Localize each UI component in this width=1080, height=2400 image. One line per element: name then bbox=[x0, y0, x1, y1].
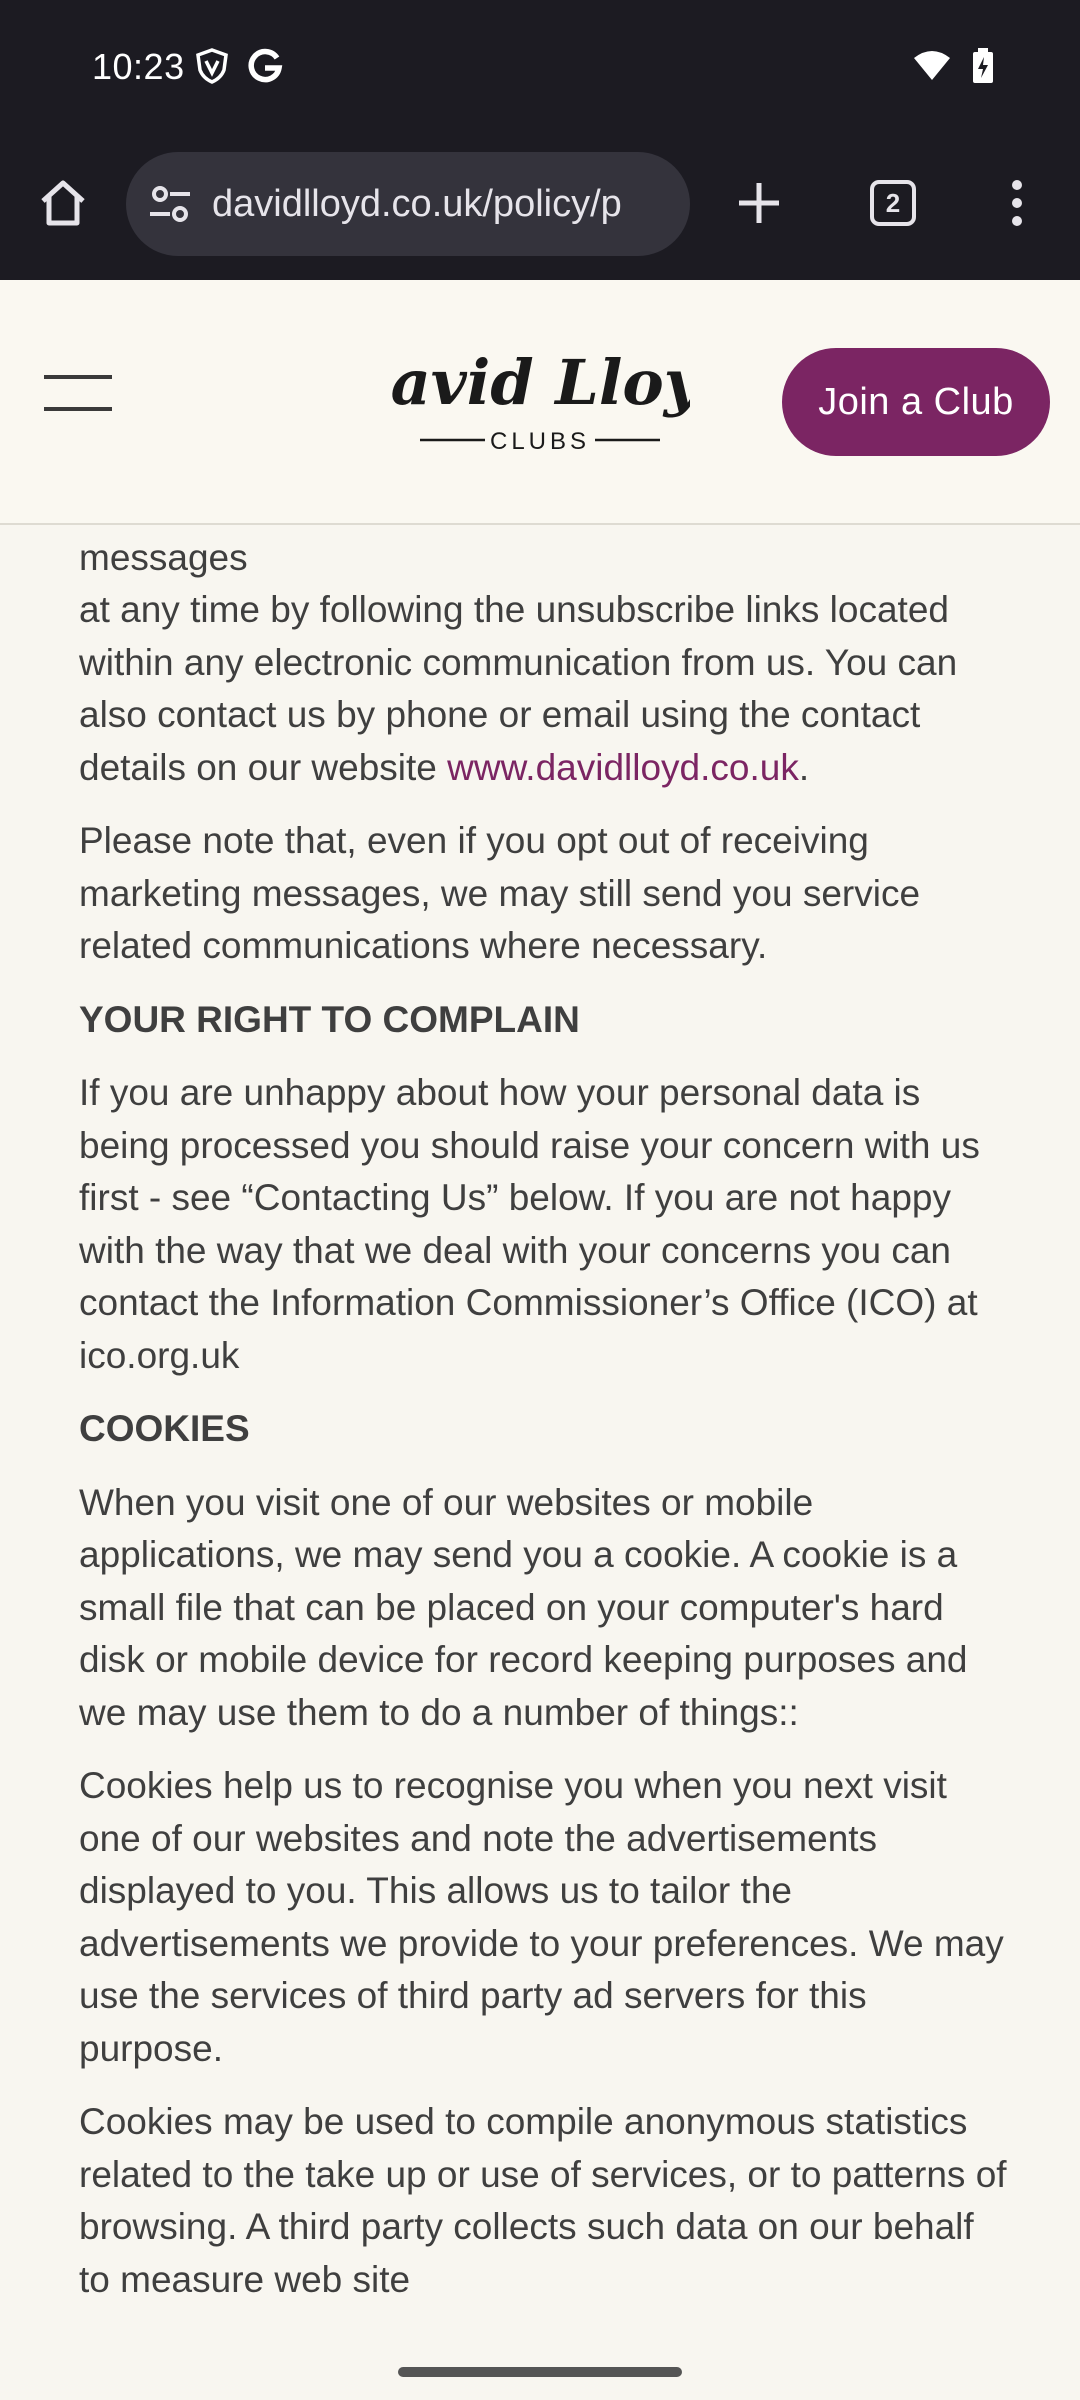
status-bar: 10:23 bbox=[0, 0, 1080, 138]
cookies-paragraph-2: Cookies help us to recognise you when yo… bbox=[79, 1765, 1004, 2069]
browser-toolbar: davidlloyd.co.uk/policy/p 2 bbox=[0, 138, 1080, 280]
site-header: David Lloyd CLUBS Join a Club bbox=[0, 280, 1080, 525]
more-vert-icon bbox=[1012, 180, 1022, 226]
url-text: davidlloyd.co.uk/policy/p bbox=[212, 182, 622, 225]
complain-paragraph: If you are unhappy about how your person… bbox=[79, 1072, 980, 1376]
david-lloyd-logo[interactable]: David Lloyd CLUBS bbox=[390, 338, 690, 458]
opt-out-note-paragraph: Please note that, even if you opt out of… bbox=[79, 820, 921, 966]
google-g-icon bbox=[248, 48, 283, 83]
new-tab-button[interactable] bbox=[728, 172, 790, 234]
site-settings-icon[interactable] bbox=[146, 180, 194, 228]
battery-charging-icon bbox=[973, 48, 993, 83]
wifi-icon bbox=[914, 51, 950, 80]
policy-content: communications or opt out of receiving m… bbox=[0, 525, 1080, 2333]
plus-icon bbox=[739, 183, 779, 223]
policy-content-inner: communications or opt out of receiving m… bbox=[79, 525, 1009, 2327]
vpn-shield-icon bbox=[196, 48, 228, 84]
complain-heading: YOUR RIGHT TO COMPLAIN bbox=[79, 998, 580, 1040]
join-a-club-button[interactable]: Join a Club bbox=[782, 348, 1050, 456]
status-icons-left bbox=[195, 48, 283, 84]
status-icons-right bbox=[912, 48, 994, 84]
opt-out-text-end: . bbox=[798, 746, 810, 788]
logo-script: David Lloyd bbox=[390, 346, 690, 419]
logo-sub: CLUBS bbox=[490, 428, 590, 455]
tab-switcher-button[interactable]: 2 bbox=[862, 172, 924, 234]
hamburger-menu-icon[interactable] bbox=[44, 375, 112, 421]
status-time: 10:23 bbox=[92, 46, 185, 87]
opt-out-paragraph: at any time by following the unsubscribe… bbox=[79, 584, 1009, 794]
overflow-menu-button[interactable] bbox=[986, 172, 1048, 234]
cookies-heading: COOKIES bbox=[79, 1408, 250, 1449]
home-icon bbox=[41, 180, 85, 226]
cookies-paragraph-1: When you visit one of our websites or mo… bbox=[79, 1481, 968, 1733]
address-bar[interactable]: davidlloyd.co.uk/policy/p bbox=[126, 152, 690, 256]
tab-count: 2 bbox=[870, 180, 916, 226]
opt-out-line-cut: communications or opt out of receiving m… bbox=[79, 536, 248, 578]
cookies-paragraph-3: Cookies may be used to compile anonymous… bbox=[79, 2101, 1007, 2300]
website-link[interactable]: www.davidlloyd.co.uk bbox=[447, 747, 799, 788]
home-button[interactable] bbox=[32, 172, 94, 234]
gesture-handle[interactable] bbox=[398, 2367, 682, 2377]
